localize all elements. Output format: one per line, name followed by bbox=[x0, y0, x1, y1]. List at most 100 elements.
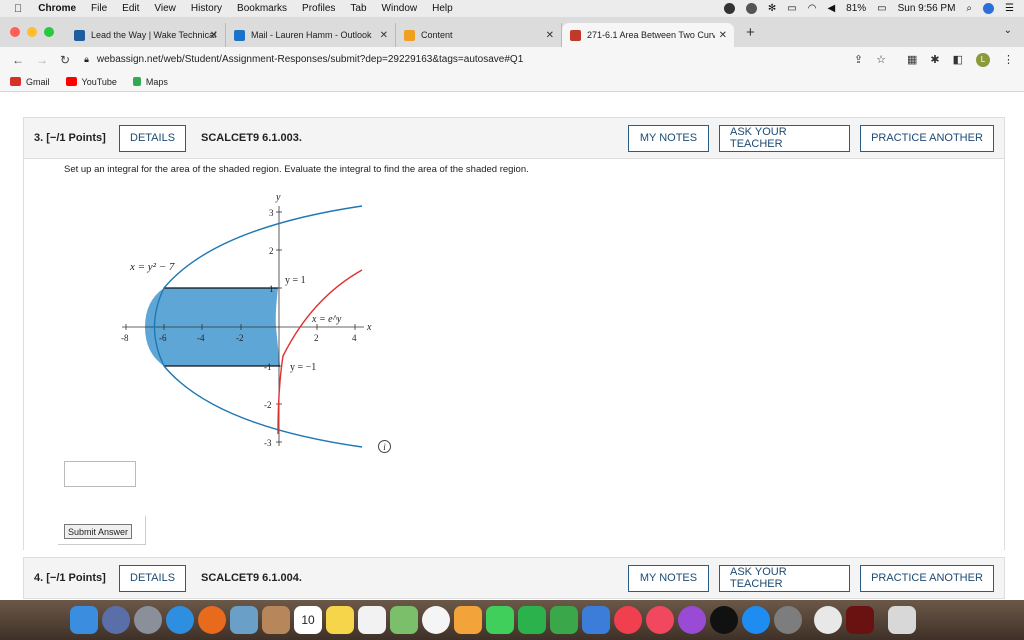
menu-tab[interactable]: Tab bbox=[350, 3, 366, 14]
menu-edit[interactable]: Edit bbox=[122, 3, 139, 14]
bluetooth-icon[interactable]: ✻ bbox=[768, 3, 776, 14]
firefox-icon[interactable] bbox=[198, 606, 226, 634]
details-button[interactable]: DETAILS bbox=[119, 564, 187, 592]
keynote-icon[interactable] bbox=[582, 606, 610, 634]
extensions-puzzle-icon[interactable]: ✱ bbox=[930, 53, 939, 66]
profile-avatar[interactable]: L bbox=[976, 52, 990, 67]
menu-help[interactable]: Help bbox=[432, 3, 453, 14]
x-tick-label: -8 bbox=[121, 333, 129, 343]
forward-arrow-icon[interactable]: → bbox=[36, 53, 48, 67]
tab-content[interactable]: Content ✕ bbox=[396, 23, 562, 47]
reload-icon[interactable]: ↻ bbox=[60, 53, 70, 67]
creative-cloud-icon[interactable] bbox=[745, 3, 757, 14]
app-store-icon[interactable] bbox=[742, 606, 770, 634]
menu-file[interactable]: File bbox=[91, 3, 107, 14]
close-window-button[interactable] bbox=[10, 27, 20, 37]
menu-window[interactable]: Window bbox=[382, 3, 418, 14]
control-center-icon[interactable]: ☰ bbox=[1005, 3, 1014, 14]
facetime-icon[interactable] bbox=[518, 606, 546, 634]
info-icon[interactable]: i bbox=[378, 440, 391, 453]
music-icon[interactable] bbox=[646, 606, 674, 634]
bookmark-youtube[interactable]: YouTube bbox=[65, 77, 117, 87]
menu-history[interactable]: History bbox=[191, 3, 222, 14]
photos-icon[interactable] bbox=[422, 606, 450, 634]
minimize-window-button[interactable] bbox=[27, 27, 37, 37]
side-panel-icon[interactable]: ◧ bbox=[953, 53, 963, 66]
finder-icon[interactable] bbox=[70, 606, 98, 634]
messages-icon[interactable] bbox=[486, 606, 514, 634]
bookmark-star-icon[interactable]: ☆ bbox=[876, 53, 886, 66]
bookmark-gmail[interactable]: Gmail bbox=[10, 77, 50, 87]
close-tab-icon[interactable]: ✕ bbox=[546, 30, 554, 41]
lock-icon[interactable]: 🔒︎ bbox=[84, 54, 89, 65]
launchpad-icon[interactable] bbox=[102, 606, 130, 634]
menu-app-name[interactable]: Chrome bbox=[38, 3, 76, 14]
vpn-icon[interactable] bbox=[723, 3, 735, 14]
contacts-icon[interactable] bbox=[262, 606, 290, 634]
preview-icon[interactable] bbox=[230, 606, 258, 634]
wifi-icon[interactable]: ◠ bbox=[808, 3, 817, 14]
close-tab-icon[interactable]: ✕ bbox=[719, 30, 727, 41]
reminders-icon[interactable] bbox=[358, 606, 386, 634]
menu-profiles[interactable]: Profiles bbox=[302, 3, 335, 14]
extension-grid-icon[interactable]: ▦ bbox=[907, 53, 917, 66]
numbers-icon[interactable] bbox=[550, 606, 578, 634]
close-tab-icon[interactable]: ✕ bbox=[380, 30, 388, 41]
spotlight-icon[interactable]: ⌕ bbox=[966, 3, 972, 14]
volume-icon[interactable]: ◀ bbox=[827, 3, 835, 14]
bookmark-maps[interactable]: Maps bbox=[132, 76, 168, 87]
exp-label: x = e^y bbox=[311, 314, 342, 325]
line-y-minus-1-label: y = −1 bbox=[290, 362, 316, 373]
zoom-window-button[interactable] bbox=[44, 27, 54, 37]
trash-icon[interactable] bbox=[888, 606, 916, 634]
menu-view[interactable]: View bbox=[154, 3, 176, 14]
close-tab-icon[interactable]: ✕ bbox=[210, 30, 218, 41]
chrome-icon[interactable] bbox=[814, 606, 842, 634]
question-3-points: 3. [−/1 Points] bbox=[34, 132, 106, 144]
battery-icon[interactable]: ▭ bbox=[877, 3, 886, 14]
share-icon[interactable]: ⇪ bbox=[854, 53, 863, 66]
news-icon[interactable] bbox=[614, 606, 642, 634]
apple-tv-icon[interactable] bbox=[710, 606, 738, 634]
ask-your-teacher-button[interactable]: ASK YOUR TEACHER bbox=[719, 124, 850, 152]
my-notes-button[interactable]: MY NOTES bbox=[628, 124, 709, 152]
tab-webassign-active[interactable]: 271-6.1 Area Between Two Curves ✕ bbox=[562, 23, 734, 47]
url-field[interactable]: 🔒︎ webassign.net/web/Student/Assignment-… bbox=[84, 54, 523, 65]
display-icon[interactable]: ▭ bbox=[787, 3, 796, 14]
new-tab-button[interactable]: + bbox=[746, 24, 755, 41]
answer-input[interactable] bbox=[64, 461, 136, 487]
bookmark-label: Maps bbox=[145, 76, 168, 87]
podcasts-icon[interactable] bbox=[678, 606, 706, 634]
tab-search-chevron-icon[interactable]: ⌄ bbox=[1004, 25, 1012, 36]
clock[interactable]: Sun 9:56 PM bbox=[898, 3, 956, 14]
question-code: SCALCET9 6.1.004. bbox=[201, 572, 302, 584]
pages-icon[interactable] bbox=[454, 606, 482, 634]
siri-icon[interactable] bbox=[983, 3, 995, 14]
my-notes-button[interactable]: MY NOTES bbox=[628, 564, 709, 592]
script-editor-icon[interactable] bbox=[846, 606, 874, 634]
calendar-icon[interactable]: 10 bbox=[294, 606, 322, 634]
details-button[interactable]: DETAILS bbox=[119, 124, 187, 152]
practice-another-button[interactable]: PRACTICE ANOTHER bbox=[860, 564, 994, 592]
submit-answer-button[interactable]: Submit Answer bbox=[64, 524, 133, 539]
tab-outlook[interactable]: Mail - Lauren Hamm - Outlook ✕ bbox=[226, 23, 396, 47]
x-tick-label: 2 bbox=[314, 333, 319, 343]
y-tick-label: -3 bbox=[264, 438, 272, 448]
battery-percent[interactable]: 81% bbox=[846, 3, 866, 14]
practice-another-button[interactable]: PRACTICE ANOTHER bbox=[860, 124, 994, 152]
window-controls bbox=[10, 27, 54, 37]
x-tick-label: -6 bbox=[159, 333, 167, 343]
tab-wake-tech[interactable]: Lead the Way | Wake Technical ✕ bbox=[66, 23, 226, 47]
system-preferences-icon[interactable] bbox=[774, 606, 802, 634]
maps-app-icon[interactable] bbox=[390, 606, 418, 634]
apple-icon[interactable]:  bbox=[14, 3, 22, 15]
safari-icon[interactable] bbox=[166, 606, 194, 634]
chrome-menu-icon[interactable]: ⋮ bbox=[1003, 53, 1014, 66]
tab-label: Mail - Lauren Hamm - Outlook bbox=[251, 30, 372, 40]
back-arrow-icon[interactable]: ← bbox=[12, 53, 24, 67]
ask-your-teacher-button[interactable]: ASK YOUR TEACHER bbox=[719, 564, 850, 592]
notes-icon[interactable] bbox=[326, 606, 354, 634]
rocket-icon[interactable] bbox=[134, 606, 162, 634]
menu-bookmarks[interactable]: Bookmarks bbox=[237, 3, 287, 14]
url-text[interactable]: webassign.net/web/Student/Assignment-Res… bbox=[97, 54, 523, 65]
